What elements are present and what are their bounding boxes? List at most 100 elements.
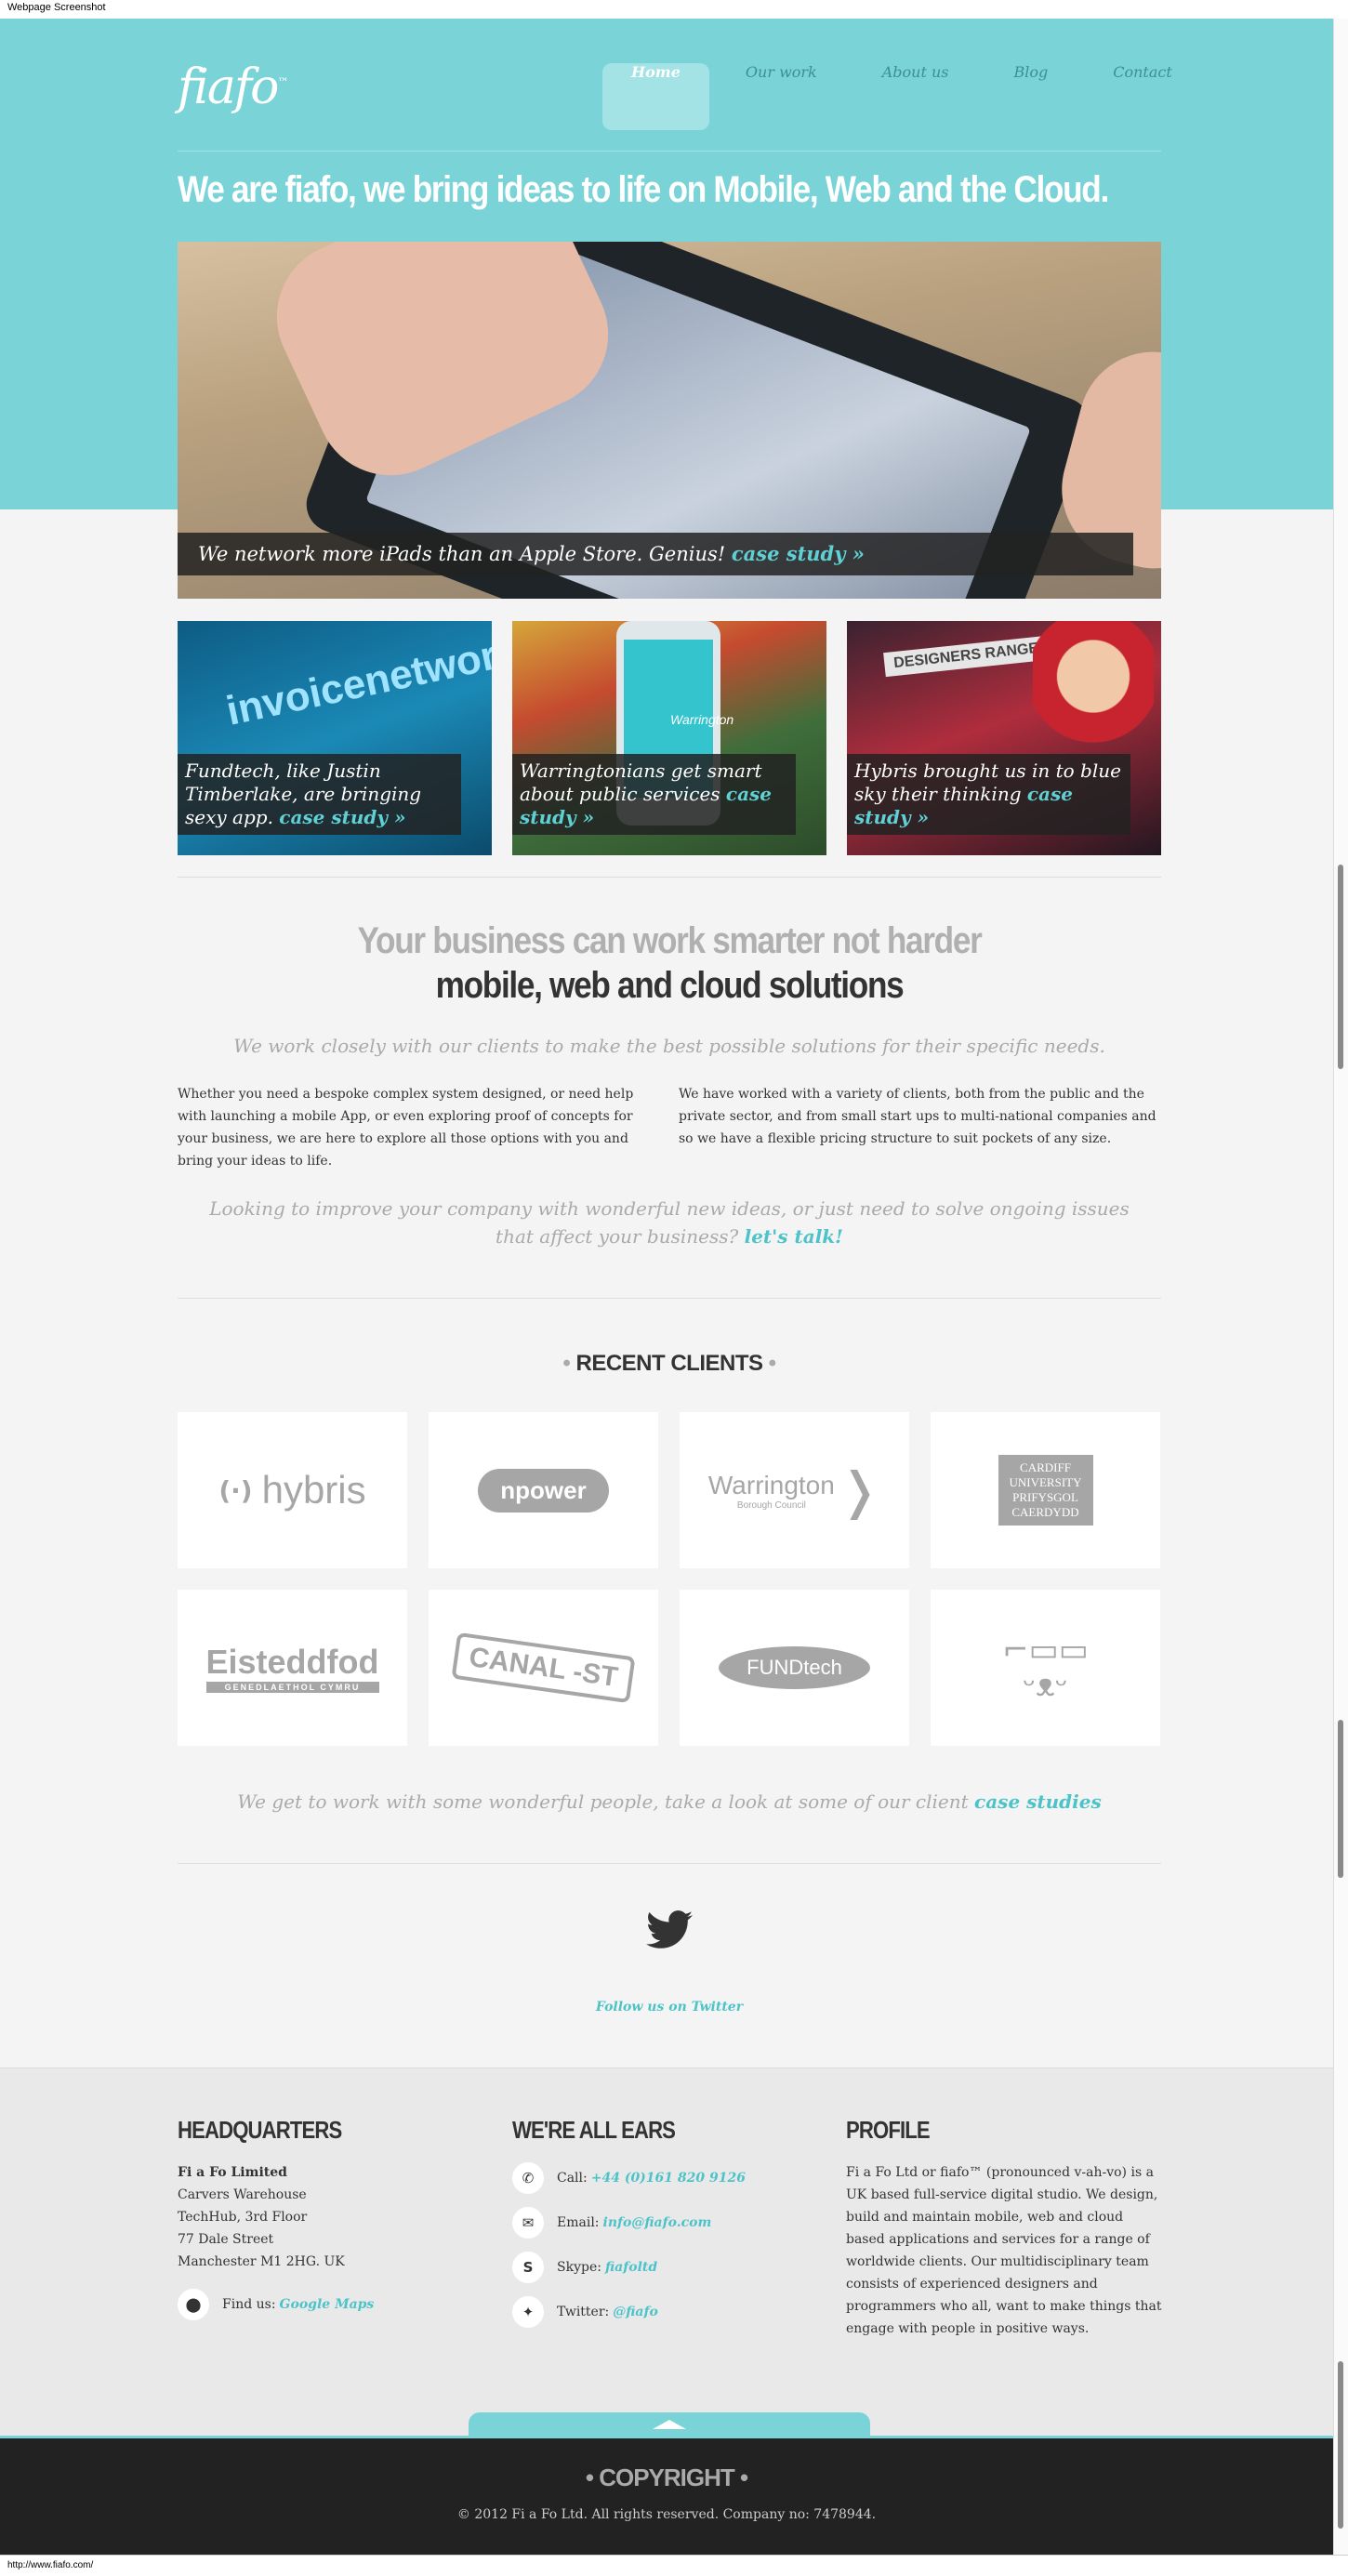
main-nav: Home Our work About us Blog Contact xyxy=(602,63,1209,130)
contact-heading: WE'RE ALL EARS xyxy=(512,2116,676,2144)
feature-case-study-link[interactable]: case study » xyxy=(732,542,865,565)
address-line: TechHub, 3rd Floor xyxy=(178,2210,308,2225)
call-label: Call: xyxy=(557,2171,588,2186)
twitter-row: ✦ Twitter: @fiafo xyxy=(512,2295,828,2329)
phone-link[interactable]: +44 (0)161 820 9126 xyxy=(591,2171,746,2186)
client-name: CANAL -ST xyxy=(451,1631,636,1704)
client-logo-glasses[interactable]: ⌐▭▭ ᵕᴥᵕ xyxy=(931,1590,1160,1746)
twitter-handle-link[interactable]: @fiafo xyxy=(613,2305,658,2319)
case-studies-text: We get to work with some wonderful peopl… xyxy=(237,1790,975,1813)
case-tile-fundtech[interactable]: invoicenetwork Fundtech, like Justin Tim… xyxy=(178,621,492,855)
nav-our-work[interactable]: Our work xyxy=(717,63,846,130)
hero-divider xyxy=(178,151,1161,152)
divider xyxy=(178,877,1161,878)
tile-art-text: DESIGNERS RANGE xyxy=(883,635,1050,678)
glasses-mustache-icon: ⌐▭▭ ᵕᴥᵕ xyxy=(1002,1631,1089,1704)
skype-row: S Skype: fiafoltd xyxy=(512,2251,828,2284)
logo[interactable]: fiafo™ xyxy=(178,59,288,115)
follow-twitter-link[interactable]: Follow us on Twitter xyxy=(178,2000,1161,2015)
email-link[interactable]: info@fiafo.com xyxy=(603,2215,712,2230)
find-us-row: ⬤ Find us: Google Maps xyxy=(178,2288,494,2321)
cta-text: Looking to improve your company with won… xyxy=(209,1197,1130,1248)
intro-col-left: Whether you need a bespoke complex syste… xyxy=(178,1087,634,1169)
back-to-top-button[interactable] xyxy=(469,2412,870,2438)
twitter-bird-icon[interactable] xyxy=(646,1909,693,1951)
tile-art-text: Warrington xyxy=(670,712,734,727)
tile-caption: Warringtonians get smart about public se… xyxy=(512,754,796,835)
headquarters-heading: HEADQUARTERS xyxy=(178,2116,342,2144)
phone-icon: ✆ xyxy=(512,2162,544,2194)
case-study-tiles: invoicenetwork Fundtech, like Justin Tim… xyxy=(178,621,1182,855)
window-title: Webpage Screenshot xyxy=(0,0,1348,19)
clients-grid: (·) hybris npower Warrington Borough Counc… xyxy=(178,1412,1161,1746)
skype-label: Skype: xyxy=(557,2260,601,2275)
address-line: Carvers Warehouse xyxy=(178,2187,307,2202)
nav-home[interactable]: Home xyxy=(602,63,709,130)
google-maps-link[interactable]: Google Maps xyxy=(280,2297,375,2312)
recent-clients-heading-text: RECENT CLIENTS xyxy=(575,1351,763,1376)
client-logo-cardiff[interactable]: CARDIFF UNIVERSITY PRIFYSGOL CAERDYDD xyxy=(931,1412,1160,1568)
call-to-action: Looking to improve your company with won… xyxy=(178,1195,1161,1250)
client-logo-warrington[interactable]: Warrington Borough Council ❭ xyxy=(680,1412,909,1568)
client-name: CARDIFF UNIVERSITY PRIFYSGOL CAERDYDD xyxy=(998,1455,1093,1526)
call-row: ✆ Call: +44 (0)161 820 9126 xyxy=(512,2161,828,2195)
address-line: Manchester M1 2HG. UK xyxy=(178,2254,345,2269)
client-subname: GENEDLAETHOL CYMRU xyxy=(205,1682,379,1693)
client-name: npower xyxy=(478,1468,609,1513)
client-name: Eisteddfod xyxy=(205,1643,379,1681)
tile-caption: Hybris brought us in to blue sky their t… xyxy=(847,754,1130,835)
hybris-mark-icon: (·) xyxy=(218,1474,253,1506)
email-icon: ✉ xyxy=(512,2207,544,2239)
client-name: Warrington xyxy=(707,1470,835,1499)
tile-caption: Fundtech, like Justin Timberlake, are br… xyxy=(178,754,461,835)
copyright-bar xyxy=(0,2436,1333,2555)
feature-slide[interactable]: We network more iPads than an Apple Stor… xyxy=(178,242,1161,599)
divider xyxy=(178,1298,1161,1299)
intro-lead: We work closely with our clients to make… xyxy=(233,1035,1105,1057)
tile-caption-text: Hybris brought us in to blue sky their t… xyxy=(854,760,1121,805)
address: Fi a Fo Limited Carvers Warehouse TechHu… xyxy=(178,2161,494,2273)
recent-clients-heading: • RECENT CLIENTS • xyxy=(562,1351,776,1376)
nav-about-us[interactable]: About us xyxy=(853,63,978,130)
nav-blog[interactable]: Blog xyxy=(985,63,1077,130)
copyright-text: © 2012 Fi a Fo Ltd. All rights reserved.… xyxy=(456,2507,877,2522)
copyright-heading-text: COPYRIGHT xyxy=(599,2464,735,2491)
lets-talk-link[interactable]: let's talk! xyxy=(745,1225,843,1248)
case-tile-warrington[interactable]: Warrington Warringtonians get smart abou… xyxy=(512,621,826,855)
arrow-up-icon xyxy=(653,2420,686,2429)
client-logo-canal-st[interactable]: CANAL -ST xyxy=(429,1590,658,1746)
footer-contact: WE'RE ALL EARS ✆ Call: +44 (0)161 820 9126… xyxy=(512,2116,828,2340)
tile-art-text: invoicenetwork xyxy=(222,627,492,734)
logo-text: fiafo xyxy=(178,59,279,115)
scrollbar-thumb[interactable] xyxy=(1338,2361,1343,2529)
feature-caption: We network more iPads than an Apple Stor… xyxy=(178,533,1133,575)
map-pin-icon: ⬤ xyxy=(178,2289,209,2320)
tagline-dark: mobile, web and cloud solutions xyxy=(435,965,905,1006)
scrollbar-thumb[interactable] xyxy=(1338,1720,1343,1878)
case-tile-hybris[interactable]: DESIGNERS RANGE Hybris brought us in to … xyxy=(847,621,1161,855)
client-logo-hybris[interactable]: (·) hybris xyxy=(178,1412,407,1568)
find-us-label: Find us: xyxy=(222,2297,276,2312)
footer-headquarters: HEADQUARTERS Fi a Fo Limited Carvers War… xyxy=(178,2116,494,2332)
case-studies-link[interactable]: case studies xyxy=(974,1790,1102,1813)
client-logo-eisteddfod[interactable]: Eisteddfod GENEDLAETHOL CYMRU xyxy=(178,1590,407,1746)
divider xyxy=(178,1863,1161,1864)
twitter-icon: ✦ xyxy=(512,2296,544,2328)
case-studies-line: We get to work with some wonderful peopl… xyxy=(178,1790,1161,1813)
client-subname: Borough Council xyxy=(736,1499,806,1511)
twitter-label: Twitter: xyxy=(557,2305,610,2319)
skype-link[interactable]: fiafoltd xyxy=(605,2260,657,2275)
nav-contact[interactable]: Contact xyxy=(1084,63,1201,130)
hero-title: We are fiafo, we bring ideas to life on … xyxy=(178,169,1109,210)
company-name: Fi a Fo Limited xyxy=(178,2165,287,2180)
scrollbar[interactable] xyxy=(1333,19,1348,2555)
profile-text: Fi a Fo Ltd or fiafo™ (pronounced v-ah-v… xyxy=(846,2165,1162,2336)
tagline-light: Your business can work smarter not harde… xyxy=(357,920,983,961)
scrollbar-thumb[interactable] xyxy=(1338,865,1343,1069)
client-name: hybris xyxy=(261,1468,366,1512)
client-logo-npower[interactable]: npower xyxy=(429,1412,658,1568)
client-logo-fundtech[interactable]: FUNDtech xyxy=(680,1590,909,1746)
feature-caption-text: We network more iPads than an Apple Stor… xyxy=(198,543,732,565)
tile-case-study-link[interactable]: case study » xyxy=(279,806,405,828)
address-line: 77 Dale Street xyxy=(178,2232,274,2247)
